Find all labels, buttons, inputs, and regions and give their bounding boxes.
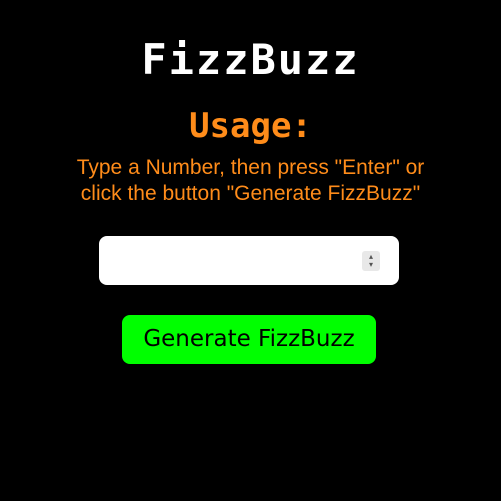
usage-instructions-line-2: click the button "Generate FizzBuzz" (80, 182, 421, 205)
usage-instructions-line-1: Type a Number, then press "Enter" or (76, 156, 425, 179)
generate-fizzbuzz-button[interactable]: Generate FizzBuzz (122, 315, 376, 364)
usage-instructions: Type a Number, then press "Enter" or cli… (30, 155, 471, 207)
number-spinner[interactable]: ▴ ▾ (362, 251, 380, 271)
chevron-down-icon[interactable]: ▾ (369, 261, 373, 269)
usage-heading: Usage: (189, 106, 312, 146)
page-title: FizzBuzz (141, 35, 360, 84)
number-input[interactable]: ▴ ▾ (99, 236, 399, 285)
